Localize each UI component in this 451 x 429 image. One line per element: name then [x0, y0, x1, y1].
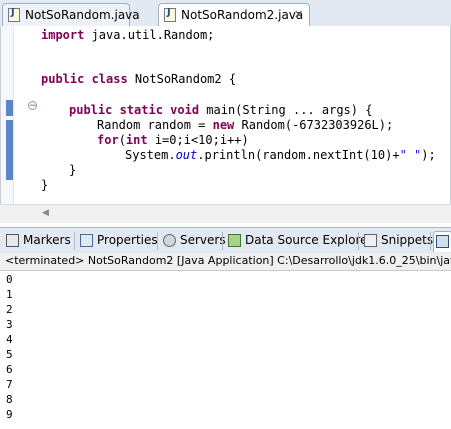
- editor-tab-label: NotSoRandom.java: [25, 8, 140, 22]
- quick-diff-marker: [6, 120, 13, 180]
- servers-icon: [163, 234, 176, 247]
- code-line: for(int i=0;i<10;i++): [97, 133, 249, 147]
- console-line: 2: [6, 303, 13, 316]
- tab-snippets[interactable]: Snippets: [364, 231, 433, 251]
- code-line: public static void main(String ... args)…: [69, 103, 373, 117]
- console-line: 0: [6, 273, 13, 286]
- tab-markers[interactable]: Markers: [6, 231, 72, 251]
- console-line: 5: [6, 348, 13, 361]
- tab-separator: [430, 232, 431, 250]
- console-status-text: <terminated> NotSoRandom2 [Java Applicat…: [5, 254, 451, 267]
- tab-separator: [358, 232, 359, 250]
- code-line: public class NotSoRandom2 {: [41, 72, 237, 86]
- console-status-bar: <terminated> NotSoRandom2 [Java Applicat…: [0, 253, 451, 271]
- editor-tab-notsorandom[interactable]: NotSoRandom.java: [2, 3, 140, 26]
- console-line: 6: [6, 363, 13, 376]
- editor-horizontal-scrollbar[interactable]: ◀: [0, 204, 451, 223]
- quick-diff-marker: [6, 100, 13, 116]
- console-line: 4: [6, 333, 13, 346]
- code-editor[interactable]: − import java.util.Random; public class …: [0, 26, 451, 222]
- code-line: }: [41, 178, 49, 192]
- editor-tab-notsorandom2[interactable]: NotSoRandom2.java ✕: [158, 3, 310, 27]
- left-ruler: [1, 26, 14, 222]
- console-icon: [436, 235, 449, 248]
- tab-properties[interactable]: Properties: [80, 231, 158, 251]
- console-line: 9: [6, 408, 13, 421]
- code-line: import java.util.Random;: [41, 28, 215, 42]
- panel-tab-bar: Markers Properties Servers Data Source E…: [0, 227, 451, 255]
- tab-data-source-explorer[interactable]: Data Source Explorer: [228, 231, 372, 251]
- console-line: 7: [6, 378, 13, 391]
- java-file-icon: [8, 7, 20, 22]
- tab-separator: [157, 232, 158, 250]
- console-line: 8: [6, 393, 13, 406]
- close-icon[interactable]: ✕: [294, 8, 303, 21]
- console-line: 3: [6, 318, 13, 331]
- editor-tab-label: NotSoRandom2.java: [181, 8, 304, 22]
- code-line: }: [69, 163, 77, 177]
- properties-icon: [80, 234, 93, 247]
- tab-console[interactable]: [433, 231, 451, 252]
- fold-collapse-icon[interactable]: −: [28, 101, 37, 111]
- tab-separator: [222, 232, 223, 250]
- data-source-icon: [228, 234, 241, 247]
- code-line: Random random = new Random(-6732303926L)…: [97, 118, 394, 132]
- java-file-icon: [164, 7, 176, 22]
- snippets-icon: [364, 234, 377, 247]
- tab-separator: [74, 232, 75, 250]
- markers-icon: [6, 234, 19, 247]
- editor-tab-bar: NotSoRandom.java NotSoRandom2.java ✕: [0, 0, 451, 27]
- tab-servers[interactable]: Servers: [163, 231, 226, 251]
- code-line: System.out.println(random.nextInt(10)+" …: [125, 148, 436, 162]
- scroll-left-icon[interactable]: ◀: [42, 208, 49, 218]
- console-line: 1: [6, 288, 13, 301]
